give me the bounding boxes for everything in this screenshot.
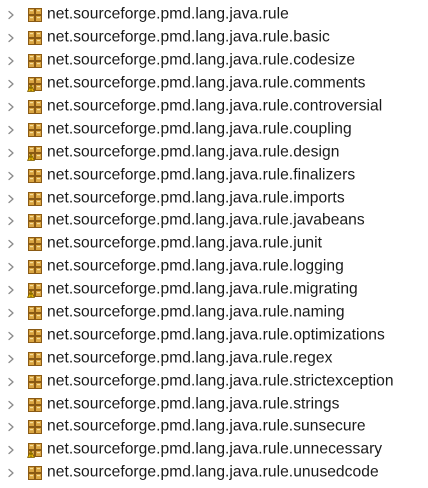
tree-node-package[interactable]: net.sourceforge.pmd.lang.java.rule.regex	[0, 347, 428, 370]
tree-node-package[interactable]: net.sourceforge.pmd.lang.java.rule.desig…	[0, 141, 428, 164]
package-icon	[27, 213, 43, 229]
chevron-right-icon[interactable]	[6, 354, 16, 364]
tree-node-package[interactable]: net.sourceforge.pmd.lang.java.rule.optim…	[0, 324, 428, 347]
tree-node-package[interactable]: net.sourceforge.pmd.lang.java.rule.contr…	[0, 96, 428, 119]
package-icon	[27, 99, 43, 115]
tree-node-package[interactable]: net.sourceforge.pmd.lang.java.rule.unuse…	[0, 462, 428, 485]
chevron-right-icon[interactable]	[6, 79, 16, 89]
chevron-right-icon[interactable]	[6, 445, 16, 455]
tree-node-package[interactable]: net.sourceforge.pmd.lang.java.rule.migra…	[0, 279, 428, 302]
package-icon	[27, 30, 43, 46]
tree-node-label: net.sourceforge.pmd.lang.java.rule.codes…	[47, 51, 356, 69]
tree-node-label: net.sourceforge.pmd.lang.java.rule.impor…	[47, 189, 345, 207]
package-icon	[27, 259, 43, 275]
tree-node-label: net.sourceforge.pmd.lang.java.rule.migra…	[47, 280, 358, 298]
chevron-right-icon[interactable]	[6, 194, 16, 204]
chevron-right-icon[interactable]	[6, 262, 16, 272]
tree-node-package[interactable]: net.sourceforge.pmd.lang.java.rule.codes…	[0, 50, 428, 73]
package-icon	[27, 191, 43, 207]
tree-node-label: net.sourceforge.pmd.lang.java.rule.desig…	[47, 143, 340, 161]
package-explorer-tree: net.sourceforge.pmd.lang.java.rule net.s…	[0, 0, 428, 488]
tree-node-label: net.sourceforge.pmd.lang.java.rule.regex	[47, 349, 333, 367]
tree-node-label: net.sourceforge.pmd.lang.java.rule.final…	[47, 166, 356, 184]
chevron-right-icon[interactable]	[6, 148, 16, 158]
tree-node-label: net.sourceforge.pmd.lang.java.rule.unuse…	[47, 463, 379, 481]
tree-node-package[interactable]: net.sourceforge.pmd.lang.java.rule.basic	[0, 27, 428, 50]
tree-node-package[interactable]: net.sourceforge.pmd.lang.java.rule.comme…	[0, 73, 428, 96]
tree-node-package[interactable]: net.sourceforge.pmd.lang.java.rule.final…	[0, 164, 428, 187]
tree-node-package[interactable]: net.sourceforge.pmd.lang.java.rule.sunse…	[0, 416, 428, 439]
tree-node-package[interactable]: net.sourceforge.pmd.lang.java.rule.javab…	[0, 210, 428, 233]
package-warning-icon	[27, 282, 43, 299]
tree-node-package[interactable]: net.sourceforge.pmd.lang.java.rule.unnec…	[0, 439, 428, 462]
tree-node-package[interactable]: net.sourceforge.pmd.lang.java.rule	[0, 4, 428, 27]
chevron-right-icon[interactable]	[6, 56, 16, 66]
package-icon	[27, 351, 43, 367]
tree-node-label: net.sourceforge.pmd.lang.java.rule.stric…	[47, 372, 394, 390]
tree-node-package[interactable]: net.sourceforge.pmd.lang.java.rule.stric…	[0, 370, 428, 393]
package-icon	[27, 465, 43, 481]
package-warning-icon	[27, 442, 43, 459]
chevron-right-icon[interactable]	[6, 10, 16, 20]
tree-node-label: net.sourceforge.pmd.lang.java.rule.sunse…	[47, 418, 366, 436]
chevron-right-icon[interactable]	[6, 239, 16, 249]
chevron-right-icon[interactable]	[6, 125, 16, 135]
chevron-right-icon[interactable]	[6, 422, 16, 432]
tree-node-label: net.sourceforge.pmd.lang.java.rule.namin…	[47, 303, 345, 321]
package-icon	[27, 53, 43, 69]
tree-node-label: net.sourceforge.pmd.lang.java.rule.comme…	[47, 74, 366, 92]
package-warning-icon	[27, 145, 43, 161]
tree-node-label: net.sourceforge.pmd.lang.java.rule.contr…	[47, 97, 383, 115]
chevron-right-icon[interactable]	[6, 377, 16, 387]
tree-node-package[interactable]: net.sourceforge.pmd.lang.java.rule.junit	[0, 233, 428, 256]
tree-node-label: net.sourceforge.pmd.lang.java.rule.basic	[47, 28, 330, 46]
chevron-right-icon[interactable]	[6, 285, 16, 295]
chevron-right-icon[interactable]	[6, 216, 16, 226]
package-icon	[27, 122, 43, 138]
chevron-right-icon[interactable]	[6, 468, 16, 478]
tree-node-label: net.sourceforge.pmd.lang.java.rule.javab…	[47, 212, 365, 230]
chevron-right-icon[interactable]	[6, 331, 16, 341]
package-icon	[27, 168, 43, 184]
tree-node-label: net.sourceforge.pmd.lang.java.rule.junit	[47, 234, 323, 252]
tree-node-label: net.sourceforge.pmd.lang.java.rule.coupl…	[47, 120, 352, 138]
tree-node-label: net.sourceforge.pmd.lang.java.rule.loggi…	[47, 257, 344, 275]
tree-node-label: net.sourceforge.pmd.lang.java.rule	[47, 6, 289, 24]
chevron-right-icon[interactable]	[6, 400, 16, 410]
tree-node-package[interactable]: net.sourceforge.pmd.lang.java.rule.strin…	[0, 393, 428, 416]
package-icon	[27, 419, 43, 435]
chevron-right-icon[interactable]	[6, 171, 16, 181]
package-warning-icon	[27, 76, 43, 93]
package-icon	[27, 374, 43, 390]
tree-node-label: net.sourceforge.pmd.lang.java.rule.unnec…	[47, 440, 383, 458]
chevron-right-icon[interactable]	[6, 308, 16, 318]
chevron-right-icon[interactable]	[6, 102, 16, 112]
tree-node-package[interactable]: net.sourceforge.pmd.lang.java.rule.impor…	[0, 187, 428, 210]
tree-node-package[interactable]: net.sourceforge.pmd.lang.java.rule.coupl…	[0, 118, 428, 141]
package-icon	[27, 328, 43, 344]
package-icon	[27, 397, 43, 413]
tree-node-label: net.sourceforge.pmd.lang.java.rule.optim…	[47, 326, 385, 344]
package-icon	[27, 236, 43, 252]
package-icon	[27, 305, 43, 321]
tree-node-package[interactable]: net.sourceforge.pmd.lang.java.rule.loggi…	[0, 256, 428, 279]
chevron-right-icon[interactable]	[6, 33, 16, 43]
tree-node-label: net.sourceforge.pmd.lang.java.rule.strin…	[47, 395, 340, 413]
package-icon	[27, 7, 43, 23]
tree-node-package[interactable]: net.sourceforge.pmd.lang.java.rule.namin…	[0, 302, 428, 325]
